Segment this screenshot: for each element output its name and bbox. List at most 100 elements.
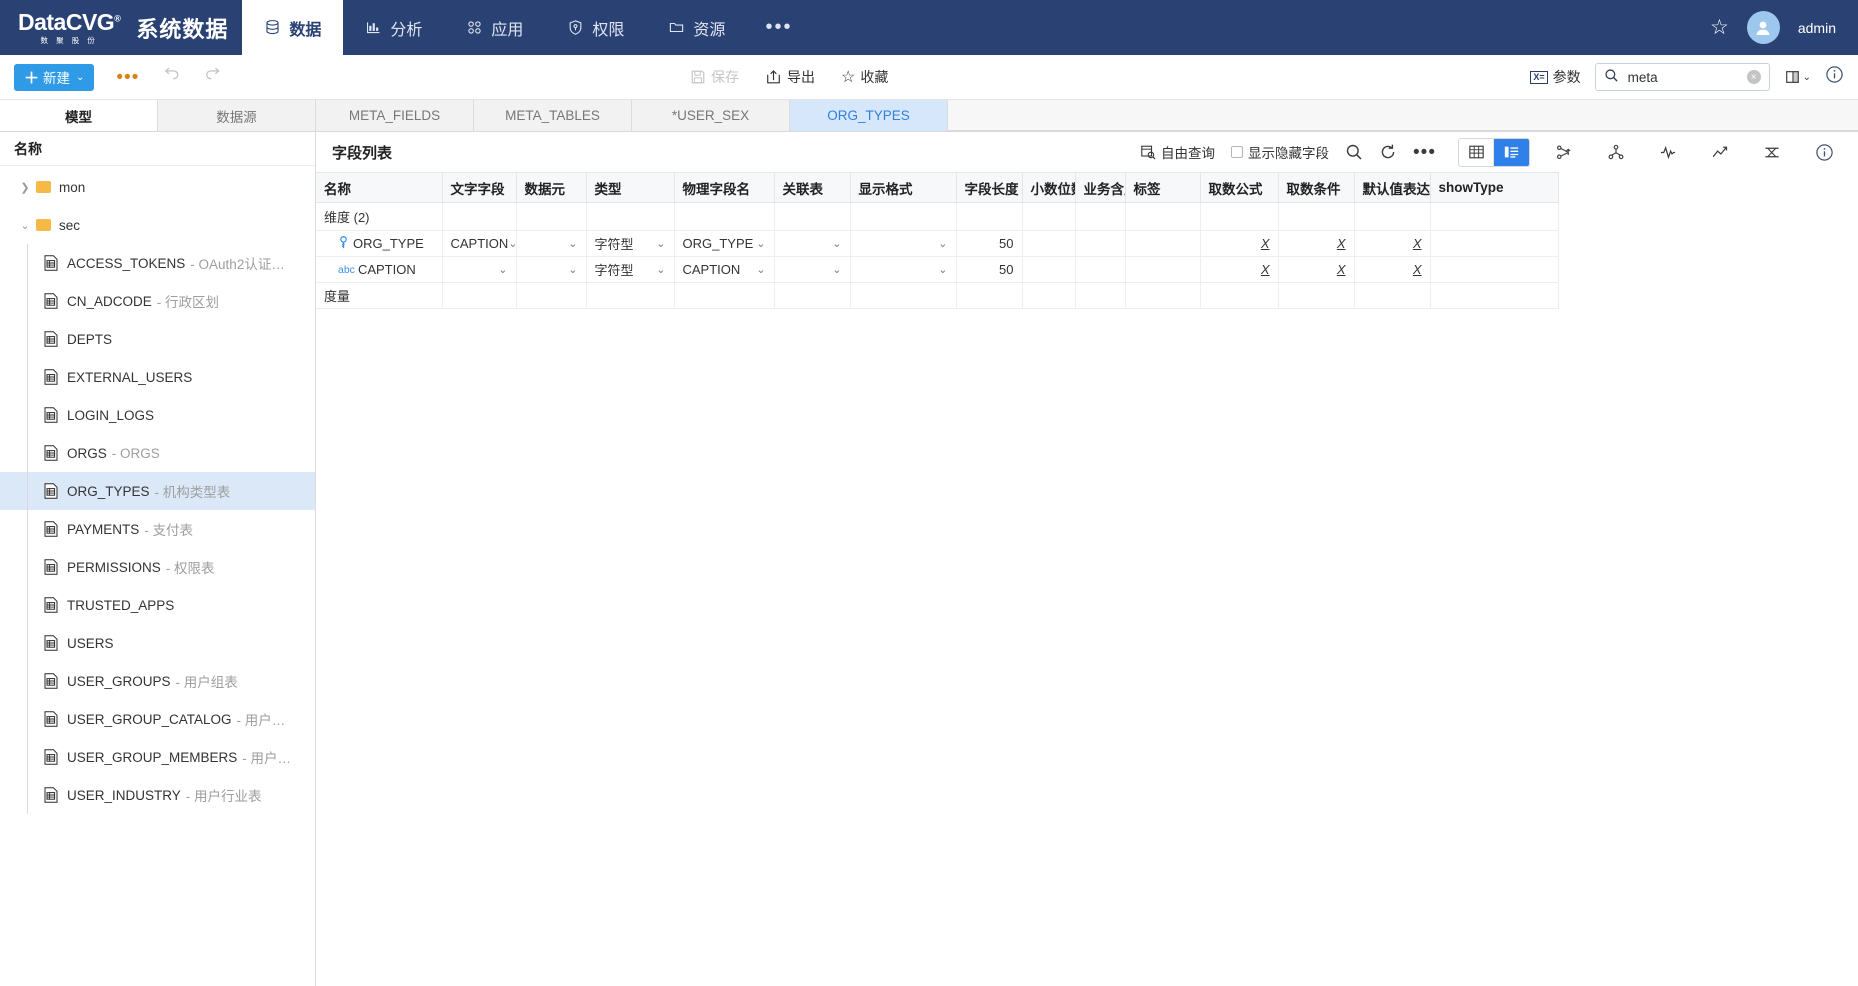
nav-item-permissions[interactable]: 权限	[545, 0, 646, 55]
tab-meta-fields[interactable]: META_FIELDS	[316, 100, 474, 131]
cell-type[interactable]: 字符型 ⌄	[586, 256, 675, 283]
col-display-format[interactable]: 显示格式	[850, 172, 957, 203]
redo-icon[interactable]	[203, 65, 223, 89]
save-button[interactable]: 保存	[690, 67, 739, 87]
tree-node-permissions[interactable]: PERMISSIONS - 权限表	[0, 548, 315, 586]
cell[interactable]	[516, 282, 587, 309]
col-data-element[interactable]: 数据元	[516, 172, 587, 203]
cell-physical-name[interactable]: CAPTION ⌄	[674, 256, 775, 283]
info-circle-icon[interactable]	[1806, 139, 1842, 166]
function-icon[interactable]	[1754, 139, 1790, 166]
cell-data-element[interactable]: ⌄	[516, 230, 587, 257]
cell[interactable]	[516, 202, 587, 231]
more-dots-icon[interactable]: •••	[116, 68, 139, 87]
col-business-meaning[interactable]: 业务含义	[1075, 172, 1126, 203]
table-group-row-dimension[interactable]: 维度 (2)	[316, 202, 1559, 231]
col-name[interactable]: 名称	[316, 172, 443, 203]
cell-field-length[interactable]: 50	[956, 256, 1023, 283]
cell-display-format[interactable]: ⌄	[850, 256, 957, 283]
tree-node-external-users[interactable]: EXTERNAL_USERS	[0, 358, 315, 396]
search-input[interactable]	[1625, 68, 1740, 86]
cell-decimals[interactable]	[1022, 230, 1076, 257]
search-box[interactable]: ×	[1594, 63, 1770, 91]
nav-item-data[interactable]: 数据	[242, 0, 344, 55]
col-tag[interactable]: 标签	[1125, 172, 1201, 203]
cell-name[interactable]: abc CAPTION	[316, 256, 443, 283]
cell[interactable]	[956, 202, 1023, 231]
col-field-length[interactable]: 字段长度	[956, 172, 1023, 203]
info-circle-icon[interactable]	[1825, 65, 1844, 90]
cell[interactable]	[1125, 282, 1201, 309]
cell-text-field[interactable]: ⌄	[442, 256, 517, 283]
chevron-down-icon[interactable]: ⌄	[14, 219, 36, 232]
chevron-down-icon[interactable]: ⌄	[938, 263, 947, 276]
cell-condition[interactable]: X	[1278, 256, 1355, 283]
chevron-down-icon[interactable]: ⌄	[568, 263, 577, 276]
tree-node-cn-adcode[interactable]: CN_ADCODE - 行政区划	[0, 282, 315, 320]
undo-icon[interactable]	[161, 65, 181, 89]
cell-business[interactable]	[1075, 230, 1126, 257]
cell[interactable]	[774, 202, 851, 231]
tab-model[interactable]: 模型	[0, 100, 158, 131]
search-icon[interactable]	[1345, 143, 1363, 161]
cell[interactable]	[850, 282, 957, 309]
tree-node-orgs[interactable]: ORGS - ORGS	[0, 434, 315, 472]
tree-node-user-industry[interactable]: USER_INDUSTRY - 用户行业表	[0, 776, 315, 814]
cell[interactable]	[1354, 202, 1431, 231]
cell[interactable]	[1200, 282, 1279, 309]
tree-node-user-group-catalog[interactable]: USER_GROUP_CATALOG - 用户…	[0, 700, 315, 738]
chevron-down-icon[interactable]: ⌄	[832, 263, 841, 276]
star-icon[interactable]: ☆	[1710, 15, 1729, 40]
free-query-button[interactable]: 自由查询	[1140, 142, 1215, 162]
cell[interactable]	[442, 282, 517, 309]
col-text-field[interactable]: 文字字段	[442, 172, 517, 203]
cell[interactable]	[442, 202, 517, 231]
col-physical-name[interactable]: 物理字段名	[674, 172, 775, 203]
cell[interactable]	[1200, 202, 1279, 231]
tree-node-access-tokens[interactable]: ACCESS_TOKENS - OAuth2认证…	[0, 244, 315, 282]
cell-condition[interactable]: X	[1278, 230, 1355, 257]
col-decimals[interactable]: 小数位数	[1022, 172, 1076, 203]
chevron-down-icon[interactable]: ⌄	[498, 263, 507, 276]
col-relation-table[interactable]: 关联表	[774, 172, 851, 203]
cell-relation-table[interactable]: ⌄	[774, 230, 851, 257]
tree-node-user-groups[interactable]: USER_GROUPS - 用户组表	[0, 662, 315, 700]
cell[interactable]	[1430, 202, 1559, 231]
cell-field-length[interactable]: 50	[956, 230, 1023, 257]
col-condition[interactable]: 取数条件	[1278, 172, 1355, 203]
chevron-down-icon[interactable]: ⌄	[756, 263, 765, 276]
chevron-down-icon[interactable]: ⌄	[568, 237, 577, 250]
table-row[interactable]: ORG_TYPE CAPTION⌄ ⌄ 字符型⌄ ORG_TYPE⌄ ⌄ ⌄ 5…	[316, 230, 1559, 257]
nav-item-resources[interactable]: 资源	[646, 0, 747, 55]
cell-formula[interactable]: X	[1200, 256, 1279, 283]
cell[interactable]	[956, 282, 1023, 309]
tree-node-mon[interactable]: ❯ mon	[0, 168, 315, 206]
cell[interactable]	[1075, 282, 1126, 309]
chevron-right-icon[interactable]: ❯	[14, 181, 36, 194]
col-type[interactable]: 类型	[586, 172, 675, 203]
refresh-icon[interactable]	[1379, 143, 1397, 161]
chevron-down-icon[interactable]: ⌄	[832, 237, 841, 250]
tab-user-sex[interactable]: *USER_SEX	[632, 100, 790, 131]
new-button[interactable]: ＋ 新建 ⌄	[14, 63, 95, 91]
user-avatar-icon[interactable]	[1746, 11, 1780, 44]
col-formula[interactable]: 取数公式	[1200, 172, 1279, 203]
parameters-button[interactable]: X= 参数	[1530, 67, 1581, 87]
cell[interactable]	[674, 202, 775, 231]
cell-text-field[interactable]: CAPTION⌄	[442, 230, 517, 257]
cell-data-element[interactable]: ⌄	[516, 256, 587, 283]
cell-formula[interactable]: X	[1200, 230, 1279, 257]
cell[interactable]	[586, 202, 675, 231]
list-view-button[interactable]	[1494, 138, 1529, 166]
cell-business[interactable]	[1075, 256, 1126, 283]
share-nodes-icon[interactable]	[1598, 139, 1634, 166]
cell-name[interactable]: ORG_TYPE	[316, 230, 443, 257]
tab-datasource[interactable]: 数据源	[158, 100, 316, 131]
more-dots-icon[interactable]: •••	[1413, 143, 1436, 162]
cell-default-expr[interactable]: X	[1354, 230, 1431, 257]
cell[interactable]	[1354, 282, 1431, 309]
table-group-row-measure[interactable]: 度量	[316, 282, 1559, 309]
export-button[interactable]: 导出	[765, 67, 815, 87]
cell-tag[interactable]	[1125, 256, 1201, 283]
cell-physical-name[interactable]: ORG_TYPE ⌄	[674, 230, 775, 257]
